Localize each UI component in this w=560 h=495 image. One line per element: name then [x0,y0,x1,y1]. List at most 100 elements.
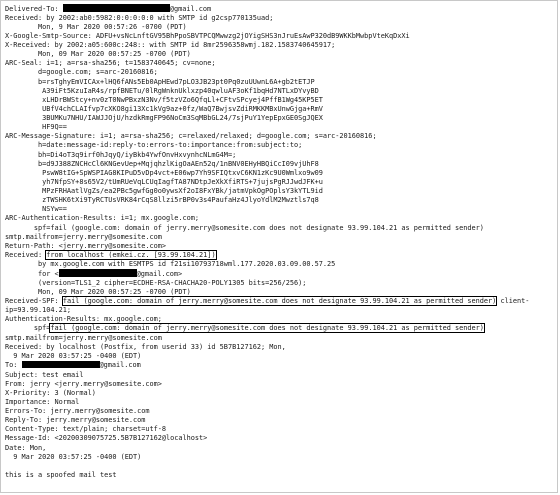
header-line: b=rsTghyEmVICAx+lHQ6fANs5Eb0ApHEwd7pLO3J… [5,78,315,86]
header-line: this is a spoofed mail test [5,470,117,479]
header-line: Importance: Normal [5,398,79,406]
header-text: NSYw== [5,205,67,214]
highlighted-text: fail (google.com: domain of jerry.merry@… [49,323,485,334]
header-line: HF9Q== [5,123,67,131]
header-line: MPzFRHAatlVgZs/ea2PBc5gwfGg0o0ywsXf2oI8F… [5,187,323,195]
header-line: 9 Mar 2020 03:57:25 -0400 (EDT) [5,352,141,360]
header-text: client- [496,297,530,305]
header-line: zTWSHK6tXi9TyRCTUsVRK84rCqS8llzi5rBP0v3s… [5,196,319,204]
header-line: ARC-Seal: i=1; a=rsa-sha256; t=158374064… [5,59,216,67]
header-line: h=date:message-id:reply-to:errors-to:imp… [5,141,302,149]
header-line: ARC-Authentication-Results: i=1; mx.goog… [5,214,199,222]
header-line: Message-Id: <20200309075725.5B7B127162@l… [5,434,207,442]
header-text: ARC-Authentication-Results: i=1; mx.goog… [5,214,200,223]
header-line: ip=93.99.104.21; [5,306,71,314]
header-text: HF9Q== [5,123,67,132]
header-text: ARC-Message-Signature: i=1; a=rsa-sha256… [5,132,377,141]
header-line: smtp.mailfrom=jerry.merry@somesite.com [5,233,162,241]
header-line: X-Priority: 3 (Normal) [5,389,96,397]
header-line: Content-Type: text/plain; charset=utf-8 [5,425,166,433]
header-text: Received-SPF: [5,297,63,305]
header-line: PswW8tIG+SpWSPIAG8KIPuD5vDp4vct+E06wp7Yh… [5,169,323,177]
header-line: Mon, 09 Mar 2020 00:57:25 -0700 (PDT) [5,288,191,296]
header-text: xLHDrBWStcy+nv0zT0NwPBxzN3Nv/f5tzVZo6Qfq… [5,95,323,104]
header-text: Date: Mon, [5,443,47,452]
header-text: X-Received: by 2002:a05:600c:248:: with … [5,41,336,49]
header-text: for < [5,269,59,278]
highlighted-text: from localhost (emkei.cz. [93.99.104.21]… [45,249,217,260]
header-line: yh7NfpSY+8s65V2/tUmRUeVqLCUqIagfTA87NDtp… [5,178,323,186]
header-line: Received: by 2002:ab0:5982:0:0:0:0:0 wit… [5,14,273,22]
header-line: for < @gmail.com> [5,269,183,278]
header-text: spf= [5,324,51,333]
header-text: Importance: Normal [5,397,80,406]
header-line: X-Google-Smtp-Source: ADFU+vsNcLnftGV95B… [5,32,410,40]
header-text: 3BUMKu7NHU/IAWJJOjU/hzdkRmgFP96NoCm3SqMB… [5,114,323,122]
redacted-address [62,4,170,12]
header-text: MPzFRHAatlVgZs/ea2PBc5gwfGg0o0ywsXf2oI8F… [5,187,323,195]
header-line: Date: Mon, [5,444,46,452]
header-text: Mon, 9 Mar 2020 00:57:26 -0700 (PDT) [5,22,187,31]
header-text: Delivered-To: [5,4,63,13]
header-text: 9 Mar 2020 03:57:25 -0400 (EDT) [5,351,142,360]
header-text: Return-Path: <jerry.merry@somesite.com> [5,241,167,250]
header-text: Reply-To: jerry.merry@somesite.com [5,416,146,425]
header-line: From: jerry <jerry.merry@somesite.com> [5,380,162,388]
header-line: A39iFt5KzuIaR4s/rpfBNETu/0lRgWnknUklxzp4… [5,87,319,95]
header-line: UBfV4chCLAIfvp7cXKO8gi13Xc1kVg9az+0fz/Wa… [5,105,323,113]
header-text: Mon, 09 Mar 2020 00:57:25 -0700 (PDT) [5,287,191,296]
header-text: bh=Di4oT3q9irf0hJqyQ/iyBkb4YwfOnvHxvynhc… [5,150,237,159]
header-text: ARC-Seal: i=1; a=rsa-sha256; t=158374064… [5,59,216,68]
header-line: spf=fail (google.com: domain of jerry.me… [5,323,485,334]
header-line: Delivered-To: @gmail.com [5,4,212,13]
header-line: Subject: test email [5,371,83,379]
header-line: d=google.com; s=arc-20160816; [5,68,158,76]
header-text: smtp.mailfrom=jerry.merry@somesite.com [5,232,162,241]
header-line: X-Received: by 2002:a05:600c:248:: with … [5,41,335,49]
header-line: Errors-To: jerry.merry@somesite.com [5,407,150,415]
header-text: Received: [5,250,47,259]
header-text: @gmail.com [169,4,212,13]
header-text: yh7NfpSY+8s65V2/tUmRUeVqLCUqIagfTA87NDtp… [5,177,323,186]
redacted-address [21,360,100,369]
header-line: ARC-Message-Signature: i=1; a=rsa-sha256… [5,132,377,140]
header-line: Received: from localhost (emkei.cz. [93.… [5,249,217,260]
header-text: Received: by localhost (Postfix, from us… [5,342,286,351]
header-text: Message-Id: <20200309075725.5B7B127162@l… [5,434,208,443]
header-text: zTWSHK6tXi9TyRCTUsVRK84rCqS8llzi5rBP0v3s… [5,196,319,205]
header-line: Return-Path: <jerry.merry@somesite.com> [5,242,166,250]
header-text: @gmail.com> [136,269,183,278]
header-line: To: @gmail.com [5,360,141,370]
header-text: Mon, 09 Mar 2020 00:57:25 -0700 (PDT) [5,50,191,59]
header-text: by mx.google.com with ESMTPS id f21si107… [5,260,336,268]
header-text: Subject: test email [5,370,84,379]
header-text: X-Priority: 3 (Normal) [5,388,96,397]
header-text: Received: by 2002:ab0:5982:0:0:0:0:0 wit… [5,13,274,22]
header-text: A39iFt5KzuIaR4s/rpfBNETu/0lRgWnknUklxzp4… [5,86,319,95]
raw-message-viewer[interactable]: Delivered-To: @gmail.com Received: by 20… [0,0,558,493]
header-line: (version=TLS1_2 cipher=ECDHE-RSA-CHACHA2… [5,279,306,287]
header-text: To: [5,361,22,370]
header-line: Reply-To: jerry.merry@somesite.com [5,416,145,424]
header-line: NSYw== [5,205,67,213]
header-text: Content-Type: text/plain; charset=utf-8 [5,425,167,434]
header-text: Errors-To: jerry.merry@somesite.com [5,407,150,415]
header-text: Authentication-Results: mx.google.com; [5,315,162,324]
header-text: b=rsTghyEmVICAx+lHQ6fANs5Eb0ApHEwd7pLO3J… [5,77,315,86]
header-text: PswW8tIG+SpWSPIAG8KIPuD5vDp4vct+E06wp7Yh… [5,168,323,177]
header-text: this is a spoofed mail test [5,470,117,479]
header-line: spf=fail (google.com: domain of jerry.me… [5,224,484,232]
header-text: spf=fail (google.com: domain of jerry.me… [5,223,484,232]
header-line: Received-SPF: fail (google.com: domain o… [5,296,530,306]
header-line: bh=Di4oT3q9irf0hJqyQ/iyBkb4YwfOnvHxvynhc… [5,151,236,159]
raw-email-headers: Delivered-To: @gmail.com Received: by 20… [5,4,553,480]
header-text: b=d9J388ZNCHcCl6KNGevUep+MqjqhzlKigOaAEn… [5,159,319,168]
header-text: @gmail.com [99,361,141,370]
header-line: Mon, 09 Mar 2020 00:57:25 -0700 (PDT) [5,50,191,58]
highlighted-text: fail (google.com: domain of jerry.merry@… [61,296,498,306]
header-text: smtp.mailfrom=jerry.merry@somesite.com [5,333,162,342]
header-text: d=google.com; s=arc-20160816; [5,68,158,77]
header-line: b=d9J388ZNCHcCl6KNGevUep+MqjqhzlKigOaAEn… [5,160,319,168]
header-line: xLHDrBWStcy+nv0zT0NwPBxzN3Nv/f5tzVZo6Qfq… [5,96,323,104]
header-text: 9 Mar 2020 03:57:25 -0400 (EDT) [5,452,142,461]
